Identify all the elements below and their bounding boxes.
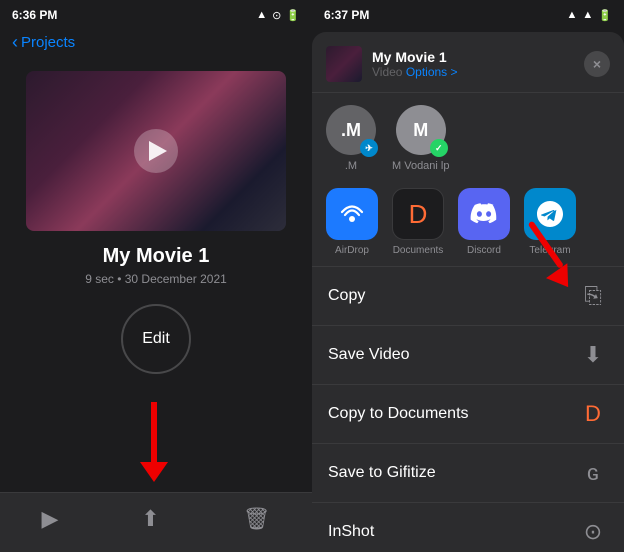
play-icon <box>149 141 167 161</box>
location-icon: ▲ <box>582 9 593 21</box>
share-toolbar-icon[interactable]: ⬆ <box>141 506 159 532</box>
contact-avatar-m: .M ✈ <box>326 105 376 155</box>
app-item-documents[interactable]: D Documents <box>392 188 444 256</box>
time-right: 6:37 PM <box>324 8 369 22</box>
video-label: Video <box>372 65 402 79</box>
documents-label: Documents <box>393 245 444 256</box>
contact-item-mv[interactable]: M ✓ M Vodani lp <box>392 105 449 172</box>
action-gifitize[interactable]: Save to Gifitize ɢ <box>312 444 624 503</box>
action-list: Copy ⎘ Save Video ⬇ Copy to Documents D … <box>312 267 624 552</box>
action-gifitize-label: Save to Gifitize <box>328 464 436 482</box>
airdrop-svg <box>338 200 366 228</box>
contact-avatar-mv: M ✓ <box>396 105 446 155</box>
bottom-toolbar: ▶ ⬆ 🗑 <box>0 492 312 552</box>
documents-icon-glyph: D <box>409 199 428 230</box>
copy-icon-wrap: ⎘ <box>578 281 608 311</box>
time-left: 6:36 PM <box>12 8 57 22</box>
share-movie-title: My Movie 1 <box>372 49 458 65</box>
arrow-shaft <box>151 402 157 462</box>
movie-title-left: My Movie 1 <box>0 245 312 268</box>
documents-icon: D <box>392 188 444 240</box>
options-link[interactable]: Options > <box>406 65 458 79</box>
wifi-icon: ⊙ <box>272 9 281 22</box>
inshot-icon-wrap: ⊙ <box>578 517 608 547</box>
airdrop-icon <box>326 188 378 240</box>
status-icons-left: ▲ ⊙ 🔋 <box>256 9 300 22</box>
delete-toolbar-icon[interactable]: 🗑 <box>243 506 271 532</box>
action-save-video[interactable]: Save Video ⬇ <box>312 326 624 385</box>
close-button[interactable]: × <box>584 51 610 77</box>
airdrop-label: AirDrop <box>335 245 369 256</box>
share-title-text: My Movie 1 Video Options > <box>372 49 458 79</box>
app-item-discord[interactable]: Discord <box>458 188 510 256</box>
status-bar-right: 6:37 PM ▲ ▲ 🔋 <box>312 0 624 28</box>
contact-item[interactable]: .M ✈ .M <box>326 105 376 172</box>
app-item-airdrop[interactable]: AirDrop <box>326 188 378 256</box>
status-bar-left: 6:36 PM ▲ ⊙ 🔋 <box>0 0 312 28</box>
movie-info: My Movie 1 9 sec • 30 December 2021 <box>0 245 312 286</box>
whatsapp-badge: ✓ <box>430 139 448 157</box>
video-thumbnail[interactable] <box>26 71 286 231</box>
telegram-svg <box>537 201 563 227</box>
action-copy-documents[interactable]: Copy to Documents D <box>312 385 624 444</box>
status-icons-right: ▲ ▲ 🔋 <box>567 9 612 22</box>
discord-label: Discord <box>467 245 501 256</box>
copy-docs-icon: D <box>585 401 601 427</box>
share-subtitle: Video Options > <box>372 65 458 79</box>
gifitize-icon: ɢ <box>587 460 599 486</box>
back-button[interactable]: ‹ Projects <box>12 32 75 53</box>
arrow-down-indicator <box>140 402 168 482</box>
telegram-badge: ✈ <box>360 139 378 157</box>
copy-icon: ⎘ <box>584 283 602 309</box>
contact-label-m: .M <box>345 160 357 172</box>
discord-icon <box>458 188 510 240</box>
action-copy-documents-label: Copy to Documents <box>328 405 469 423</box>
back-chevron-icon: ‹ <box>12 32 18 53</box>
edit-button[interactable]: Edit <box>121 304 191 374</box>
battery-icon: 🔋 <box>286 9 300 22</box>
action-copy-label: Copy <box>328 287 365 305</box>
share-title-block: My Movie 1 Video Options > <box>326 46 458 82</box>
nav-bar-left: ‹ Projects <box>0 28 312 61</box>
share-sheet: My Movie 1 Video Options > × .M ✈ .M <box>312 32 624 552</box>
action-inshot[interactable]: InShot ⊙ <box>312 503 624 552</box>
right-panel: 6:37 PM ▲ ▲ 🔋 My Movie 1 Video Options >… <box>312 0 624 552</box>
back-label: Projects <box>21 34 75 51</box>
action-copy[interactable]: Copy ⎘ <box>312 267 624 326</box>
play-button[interactable] <box>134 129 178 173</box>
left-panel: 6:36 PM ▲ ⊙ 🔋 ‹ Projects My Movie 1 9 se… <box>0 0 312 552</box>
action-save-video-label: Save Video <box>328 346 410 364</box>
discord-svg <box>470 203 498 225</box>
battery-icon-r: 🔋 <box>598 9 612 22</box>
app-row: AirDrop D Documents Discord <box>312 180 624 267</box>
contact-initials-mv: M <box>413 120 428 141</box>
signal-icon: ▲ <box>256 9 267 21</box>
play-toolbar-icon[interactable]: ▶ <box>41 506 58 532</box>
movie-meta: 9 sec • 30 December 2021 <box>0 272 312 286</box>
inshot-icon: ⊙ <box>584 519 602 545</box>
copy-docs-icon-wrap: D <box>578 399 608 429</box>
action-inshot-label: InShot <box>328 523 374 541</box>
contact-label-mv: M Vodani lp <box>392 160 449 172</box>
gifitize-icon-wrap: ɢ <box>578 458 608 488</box>
movie-thumb-small <box>326 46 362 82</box>
arrow-head <box>140 462 168 482</box>
share-header: My Movie 1 Video Options > × <box>312 32 624 93</box>
save-video-icon-wrap: ⬇ <box>578 340 608 370</box>
contact-initials-m: .M <box>341 120 361 141</box>
contacts-row: .M ✈ .M M ✓ M Vodani lp <box>312 93 624 180</box>
signal-icon-r: ▲ <box>567 9 578 21</box>
edit-button-wrap: Edit <box>0 304 312 374</box>
save-video-icon: ⬇ <box>584 342 602 368</box>
